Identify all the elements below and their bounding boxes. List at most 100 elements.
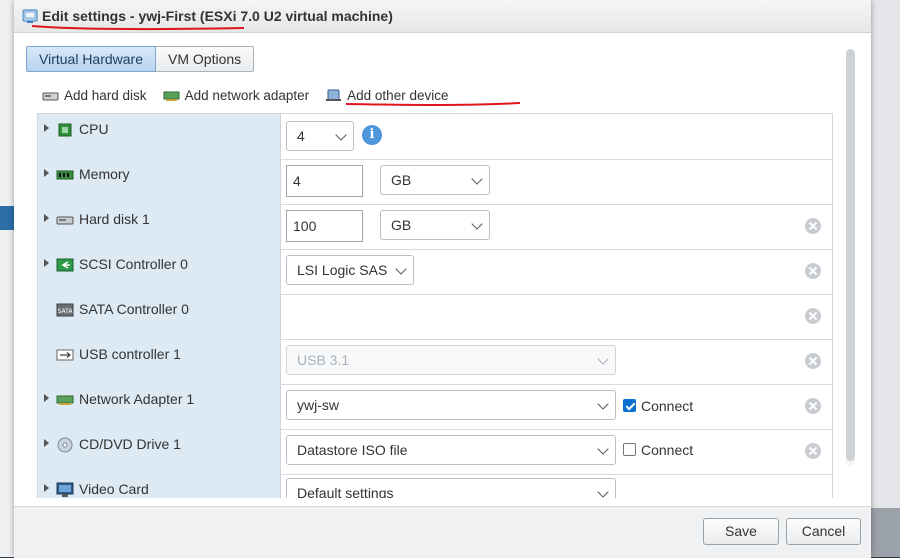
chevron-down-icon [471,173,483,185]
row-label-cell: Video Card [38,474,281,498]
cd-dvd-connect-checkbox[interactable] [623,443,636,456]
row-label-cell: Memory [38,159,281,204]
expand-arrow-icon[interactable] [44,439,49,447]
row-value-cell: ywj-sw Connect [280,384,832,429]
remove-device-icon[interactable] [805,218,821,234]
annotation-underline-add-device [345,102,521,106]
save-button[interactable]: Save [703,518,779,545]
add-network-adapter-button[interactable]: Add network adapter [163,88,310,103]
expand-arrow-icon[interactable] [44,169,49,177]
row-value-cell: Datastore ISO file Connect [280,429,832,474]
expand-arrow-icon[interactable] [44,124,49,132]
memory-icon [56,170,74,180]
tab-vm-options[interactable]: VM Options [156,46,255,72]
background-strip [871,508,900,557]
row-value-cell: 4 GB [280,159,832,204]
row-value-cell: LSI Logic SAS [280,249,832,294]
add-network-adapter-label: Add network adapter [184,88,310,103]
network-connect-label: Connect [641,398,694,414]
add-hard-disk-label: Add hard disk [64,88,147,103]
cd-dvd-media-select[interactable]: Datastore ISO file [286,435,616,465]
scsi-controller-icon [56,258,74,272]
remove-device-icon[interactable] [805,443,821,459]
network-connect-checkbox[interactable] [623,399,636,412]
network-port-group-select[interactable]: ywj-sw [286,390,616,420]
tab-virtual-hardware[interactable]: Virtual Hardware [26,46,157,72]
row-value-cell: USB 3.1 [280,339,832,384]
background-nav-highlight [0,206,14,230]
network-port-group-value: ywj-sw [297,397,339,413]
edit-settings-dialog: Edit settings - ywj-First (ESXi 7.0 U2 v… [14,0,871,558]
video-card-value: Default settings [297,485,394,498]
scrollbar-thumb[interactable] [846,49,855,461]
network-adapter-label: Network Adapter 1 [79,391,195,407]
monitor-icon [56,482,74,497]
hard-disk-unit-select[interactable]: GB [380,210,490,240]
annotation-underline-title [31,25,245,31]
svg-text:SATA: SATA [58,308,74,315]
row-label-cell: Hard disk 1 [38,204,281,249]
scsi-type-select[interactable]: LSI Logic SAS [286,255,414,285]
chevron-down-icon [395,263,407,275]
cpu-label: CPU [79,121,109,137]
expand-arrow-icon[interactable] [44,394,49,402]
dialog-body: Virtual Hardware VM Options Add hard dis… [14,33,871,506]
cd-dvd-media-value: Datastore ISO file [297,442,408,458]
cpu-count-value: 4 [297,128,305,144]
cd-dvd-connect-label: Connect [641,442,694,458]
cancel-button[interactable]: Cancel [786,518,861,545]
hardware-row-cd-dvd-drive: CD/DVD Drive 1 Datastore ISO file Connec… [38,429,832,475]
row-label-cell: Network Adapter 1 [38,384,281,429]
memory-label: Memory [79,166,130,182]
hardware-row-memory: Memory 4 GB [38,159,832,205]
expand-arrow-icon[interactable] [44,214,49,222]
cpu-icon [58,123,72,137]
other-device-icon [326,89,342,101]
chevron-down-icon [597,353,609,365]
video-card-label: Video Card [79,481,149,497]
chevron-down-icon [335,129,347,141]
usb-icon [56,349,74,361]
memory-unit-select[interactable]: GB [380,165,490,195]
row-value-cell: 100 GB [280,204,832,249]
scsi-type-value: LSI Logic SAS [297,262,388,278]
memory-size-input[interactable]: 4 [286,165,363,197]
hardware-row-network-adapter: Network Adapter 1 ywj-sw Connect [38,384,832,430]
hardware-row-scsi-controller: SCSI Controller 0 LSI Logic SAS [38,249,832,295]
row-value-cell [280,294,832,339]
chevron-down-icon [597,398,609,410]
scsi-controller-label: SCSI Controller 0 [79,256,188,272]
hard-disk-icon [56,216,74,225]
info-icon[interactable]: i [362,125,382,145]
remove-device-icon[interactable] [805,398,821,414]
hardware-grid: CPU 4 i Memory 4 GB Hard disk 1 100 GB S… [37,113,833,498]
expand-arrow-icon[interactable] [44,259,49,267]
row-label-cell: SCSI Controller 0 [38,249,281,294]
hardware-row-video-card: Video Card Default settings [38,474,832,498]
remove-device-icon[interactable] [805,353,821,369]
chevron-down-icon [471,218,483,230]
row-label-cell: CPU [38,114,281,159]
network-card-icon [56,395,74,405]
usb-version-select[interactable]: USB 3.1 [286,345,616,375]
dialog-titlebar[interactable]: Edit settings - ywj-First (ESXi 7.0 U2 v… [14,0,871,33]
hardware-row-usb-controller: USB controller 1 USB 3.1 [38,339,832,385]
vertical-scrollbar[interactable] [846,49,855,466]
hardware-row-sata-controller: SATA SATA Controller 0 [38,294,832,340]
chevron-down-icon [597,486,609,498]
sata-controller-label: SATA Controller 0 [79,301,189,317]
video-card-select[interactable]: Default settings [286,478,616,498]
row-label-cell: SATA SATA Controller 0 [38,294,281,339]
hard-disk-icon [42,92,59,101]
expand-arrow-icon[interactable] [44,484,49,492]
add-hard-disk-button[interactable]: Add hard disk [42,88,147,103]
row-value-cell: Default settings [280,474,832,498]
usb-controller-label: USB controller 1 [79,346,181,362]
usb-version-value: USB 3.1 [297,352,350,368]
remove-device-icon[interactable] [805,263,821,279]
remove-device-icon[interactable] [805,308,821,324]
memory-unit-value: GB [391,172,412,188]
hard-disk-size-input[interactable]: 100 [286,210,363,242]
row-label-cell: USB controller 1 [38,339,281,384]
cpu-count-select[interactable]: 4 [286,121,354,151]
